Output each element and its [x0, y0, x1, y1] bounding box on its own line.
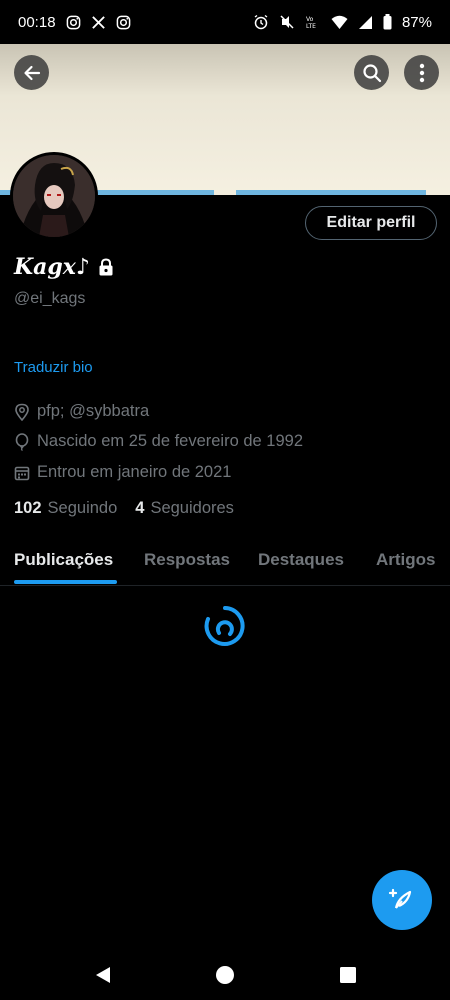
following-label: Seguindo — [47, 499, 118, 517]
search-icon — [362, 63, 382, 83]
tab-destaques[interactable]: Destaques — [258, 550, 344, 570]
edit-profile-button[interactable]: Editar perfil — [305, 206, 437, 240]
username-handle: @ei_kags — [14, 290, 86, 307]
nav-recents-button[interactable] — [335, 962, 361, 988]
tab-artigos[interactable]: Artigos — [376, 550, 436, 570]
location-pin-icon — [14, 403, 30, 421]
svg-text:Vo: Vo — [306, 16, 314, 23]
tab-respostas[interactable]: Respostas — [144, 550, 230, 570]
nav-home-button[interactable] — [212, 962, 238, 988]
back-button[interactable] — [14, 55, 49, 90]
svg-text:LTE: LTE — [306, 23, 316, 30]
calendar-icon — [14, 465, 30, 481]
tab-publicacoes[interactable]: Publicações — [14, 550, 113, 570]
alarm-icon — [253, 14, 269, 30]
followers-link[interactable]: 4 Seguidores — [135, 499, 234, 518]
circle-home-icon — [215, 965, 235, 985]
battery-percentage: 87% — [401, 13, 432, 31]
compose-post-icon — [388, 886, 416, 914]
x-logo-icon — [91, 15, 106, 30]
more-options-button[interactable] — [404, 55, 439, 90]
banner-stripe-gap — [214, 190, 236, 195]
wifi-icon — [331, 15, 348, 30]
search-button[interactable] — [354, 55, 389, 90]
battery-icon — [383, 14, 392, 30]
location-row: pfp; @sybbatra — [14, 402, 149, 421]
profile-tabs: Publicações Respostas Destaques Artigos — [0, 545, 450, 586]
display-name: Kagx♪ — [14, 254, 90, 280]
location-text: pfp; @sybbatra — [37, 402, 150, 420]
arrow-left-icon — [22, 63, 42, 83]
triangle-back-icon — [94, 965, 112, 985]
loading-spinner-icon — [202, 603, 248, 649]
avatar-image — [13, 155, 95, 237]
more-vertical-icon — [419, 63, 425, 83]
following-count: 102 — [14, 499, 42, 517]
nav-back-button[interactable] — [90, 962, 116, 988]
active-tab-indicator — [14, 580, 117, 584]
clock: 00:18 — [18, 13, 56, 31]
followers-count: 4 — [135, 499, 145, 517]
balloon-icon — [14, 432, 30, 451]
joined-row: Entrou em janeiro de 2021 — [14, 463, 231, 482]
volte-icon: Vo LTE — [305, 14, 321, 30]
signal-icon — [358, 15, 373, 30]
birthday-text: Nascido em 25 de fevereiro de 1992 — [37, 432, 303, 450]
square-recents-icon — [339, 966, 357, 984]
status-bar: 00:18 Vo LTE 87% — [0, 0, 450, 44]
avatar[interactable] — [10, 152, 98, 240]
follow-stats: 102 Seguindo 4 Seguidores — [14, 499, 234, 518]
lock-icon — [98, 258, 114, 276]
followers-label: Seguidores — [150, 499, 234, 517]
instagram-icon — [116, 15, 131, 30]
banner-stripe-gap — [426, 190, 450, 195]
status-bar-right: Vo LTE 87% — [253, 14, 432, 31]
birthday-row: Nascido em 25 de fevereiro de 1992 — [14, 432, 303, 451]
status-bar-left: 00:18 — [18, 14, 131, 31]
instagram-icon — [66, 15, 81, 30]
compose-post-button[interactable] — [372, 870, 432, 930]
joined-text: Entrou em janeiro de 2021 — [37, 463, 232, 481]
display-name-row: Kagx♪ — [14, 254, 114, 280]
system-navigation-bar — [0, 950, 450, 1000]
translate-bio-link[interactable]: Traduzir bio — [14, 359, 93, 376]
following-link[interactable]: 102 Seguindo — [14, 499, 117, 518]
vibrate-off-icon — [279, 14, 295, 30]
